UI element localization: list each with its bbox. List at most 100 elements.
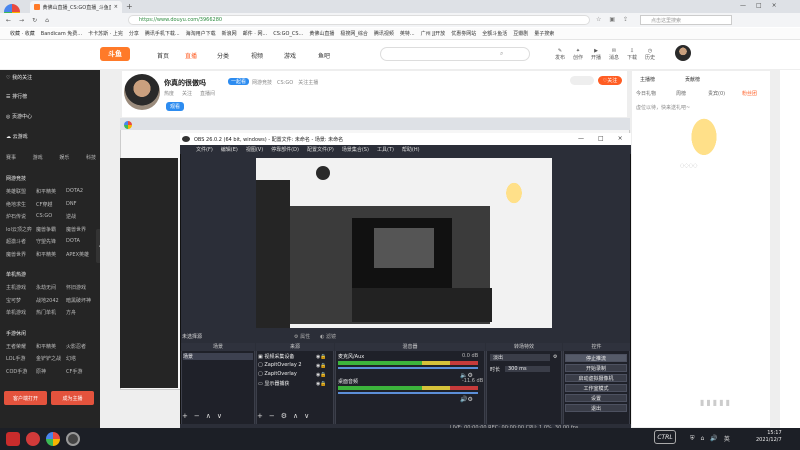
sidebar-category-item[interactable]: 绝地求生 — [6, 201, 26, 208]
start-record-button[interactable]: 开始录制 — [565, 364, 627, 372]
sidebar-category-item[interactable]: 热门单机 — [36, 309, 56, 316]
source-item[interactable]: ▢ ZapitOverlay — [258, 371, 297, 377]
follow-button[interactable]: ♡ 关注 — [598, 76, 622, 85]
obs-close-icon[interactable]: × — [618, 135, 623, 142]
source-remove-icon[interactable]: − — [269, 412, 275, 420]
source-visibility-icons[interactable]: ◉🔒 ◉🔒 ◉🔒 ◉🔒 — [316, 353, 327, 389]
mixer-volume-slider[interactable] — [338, 392, 478, 394]
reload-icon[interactable]: ↻ — [32, 17, 37, 24]
bookmark-item[interactable]: 邮件 · 网... — [243, 30, 268, 37]
sidebar-category-item[interactable]: 宝可梦 — [6, 297, 21, 304]
sidebar-category-item[interactable]: 永劫无间 — [36, 284, 56, 291]
sidebar-category-item[interactable]: 原神 — [36, 368, 46, 375]
sidebar-category-item[interactable]: DOTA2 — [66, 188, 83, 194]
sidebar-category-item[interactable]: 暗黑破坏神 — [66, 297, 91, 304]
bookmark-item[interactable]: 英特... — [400, 30, 415, 37]
nav-game[interactable]: 游戏 — [284, 51, 296, 60]
sidebar-tech[interactable]: 科技 — [86, 154, 96, 161]
obs-menu-item[interactable]: 编辑(E) — [221, 146, 238, 153]
exit-button[interactable]: 退出 — [565, 404, 627, 412]
sidebar-item-webgame[interactable]: ◎ 页游中心 — [6, 113, 32, 120]
minimize-icon[interactable]: — — [740, 2, 746, 9]
back-icon[interactable]: ← — [6, 17, 11, 24]
source-item[interactable]: ▢ ZapitOverlay 2 — [258, 362, 302, 368]
taskbar-clock[interactable]: 15:17 2021/12/7 — [756, 430, 782, 444]
sidebar-category-item[interactable]: COD手游 — [6, 368, 27, 375]
bookmark-item[interactable]: 黄佛山直播 — [309, 30, 334, 37]
taskbar-app-icon[interactable] — [26, 432, 40, 446]
nav-home[interactable]: 首页 — [157, 51, 169, 60]
obs-menu-item[interactable]: 文件(F) — [196, 146, 213, 153]
bookmark-item[interactable]: 卡卡苏斯 · 上完 — [88, 30, 123, 37]
bookmark-item[interactable]: 优惠劵网站 — [451, 30, 476, 37]
obs-menu-item[interactable]: 工具(T) — [377, 146, 394, 153]
bookmark-item[interactable]: 量子搜索 — [534, 30, 554, 37]
sidebar-category-item[interactable]: 守望先锋 — [36, 238, 56, 245]
sidebar-esports[interactable]: 赛事 — [6, 154, 16, 161]
source-item[interactable]: ▭ 显示器捕获 — [258, 380, 289, 387]
tab-contrib-rank[interactable]: 贡献榜 — [685, 76, 700, 83]
obs-taskbar-icon[interactable] — [66, 432, 80, 446]
sidebar-category-item[interactable]: 方舟 — [66, 309, 76, 316]
obs-filters-button[interactable]: ◐ 滤镜 — [320, 333, 336, 340]
start-icon[interactable] — [6, 432, 20, 446]
stop-stream-button[interactable]: 停止推流 — [565, 354, 627, 362]
settings-button[interactable]: 设置 — [565, 394, 627, 402]
duration-input[interactable]: 300 ms — [505, 366, 550, 372]
breadcrumb-follow[interactable]: 关注主播 — [298, 79, 318, 86]
obs-menu-item[interactable]: 视图(V) — [246, 146, 263, 153]
sidebar-category-item[interactable]: 主机游戏 — [6, 284, 26, 291]
sidebar-category-item[interactable]: 逆战 — [66, 213, 76, 220]
tab-close-icon[interactable]: × — [114, 4, 118, 10]
streamer-tag[interactable]: 一起看 — [228, 78, 250, 85]
address-bar[interactable]: https://www.douyu.com/3966280 — [128, 15, 590, 25]
scene-add-icon[interactable]: + — [182, 412, 188, 420]
tray-shield-icon[interactable]: ⛨ — [690, 435, 695, 443]
become-streamer-button[interactable]: 成为主播 — [51, 391, 94, 405]
sidebar-category-item[interactable]: 和平精英 — [36, 188, 56, 195]
maximize-icon[interactable]: □ — [756, 2, 762, 9]
client-open-button[interactable]: 客户端打开 — [4, 391, 47, 405]
nav-yuba[interactable]: 鱼吧 — [318, 51, 330, 60]
bookmark-item[interactable]: 分享 — [129, 30, 139, 37]
site-search-input[interactable] — [380, 47, 530, 61]
bookmark-item[interactable]: 全额斗鱼活 — [482, 30, 507, 37]
tab-streamer-rank[interactable]: 主播榜 — [640, 76, 655, 83]
sidebar-category-item[interactable]: 超激斗者 — [6, 238, 26, 245]
tab-vip[interactable]: 贵宾(0) — [708, 90, 725, 97]
bookmark-item[interactable]: 腾讯视频 — [374, 30, 394, 37]
bookmark-item[interactable]: 广州 JJ开放 — [421, 30, 446, 37]
sidebar-category-item[interactable]: 魔兽世界 — [6, 251, 26, 258]
new-tab-icon[interactable]: + — [126, 2, 133, 11]
tray-network-icon[interactable]: ⌂ — [701, 435, 705, 442]
scene-up-icon[interactable]: ∧ — [206, 412, 211, 420]
sidebar-item-cloudgame[interactable]: ☁ 云游戏 — [6, 133, 28, 140]
header-create[interactable]: ✦ 创作 — [571, 48, 585, 61]
bookmark-item[interactable]: 新浪网 — [222, 30, 237, 37]
sidebar-category-item[interactable]: 魔兽世界 — [66, 226, 86, 233]
site-search-icon[interactable]: ⌕ — [500, 50, 503, 58]
sidebar-category-item[interactable]: 金铲铲之战 — [36, 355, 61, 362]
mixer-volume-slider[interactable] — [338, 367, 478, 369]
watch-button[interactable]: 观看 — [166, 102, 185, 111]
nav-live[interactable]: 直播 — [185, 51, 197, 60]
tab-today-gift[interactable]: 今日礼物 — [636, 90, 656, 97]
sidebar-category-item[interactable]: lol云顶之弈 — [6, 226, 32, 233]
sidebar-category-item[interactable]: 魔兽争霸 — [36, 226, 56, 233]
bookmark-item[interactable]: CS:GO_CS... — [273, 31, 303, 37]
bookmark-item[interactable]: 收藏 · 收藏 — [10, 30, 35, 37]
mixer-mute-icon[interactable]: 🔊⚙ — [460, 396, 473, 403]
header-message[interactable]: ✉ 消息 — [607, 48, 621, 61]
source-down-icon[interactable]: ∨ — [304, 412, 309, 420]
obs-minimize-icon[interactable]: — — [578, 135, 584, 142]
chrome-icon[interactable] — [46, 432, 60, 446]
cast-icon[interactable]: ▣ — [609, 16, 615, 23]
sidebar-category-item[interactable]: 炉石传说 — [6, 213, 26, 220]
obs-properties-button[interactable]: ⚙ 属性 — [294, 333, 310, 340]
obs-menu-item[interactable]: 配置文件(P) — [307, 146, 334, 153]
sidebar-category-item[interactable]: 战地2042 — [36, 297, 59, 304]
sidebar-section-title[interactable]: 网游竞技 — [6, 175, 26, 182]
ctrl-key-indicator[interactable]: CTRL — [654, 430, 676, 444]
sidebar-item-rank[interactable]: ☰ 排行榜 — [6, 93, 27, 100]
sidebar-category-item[interactable]: 和平精英 — [36, 251, 56, 258]
